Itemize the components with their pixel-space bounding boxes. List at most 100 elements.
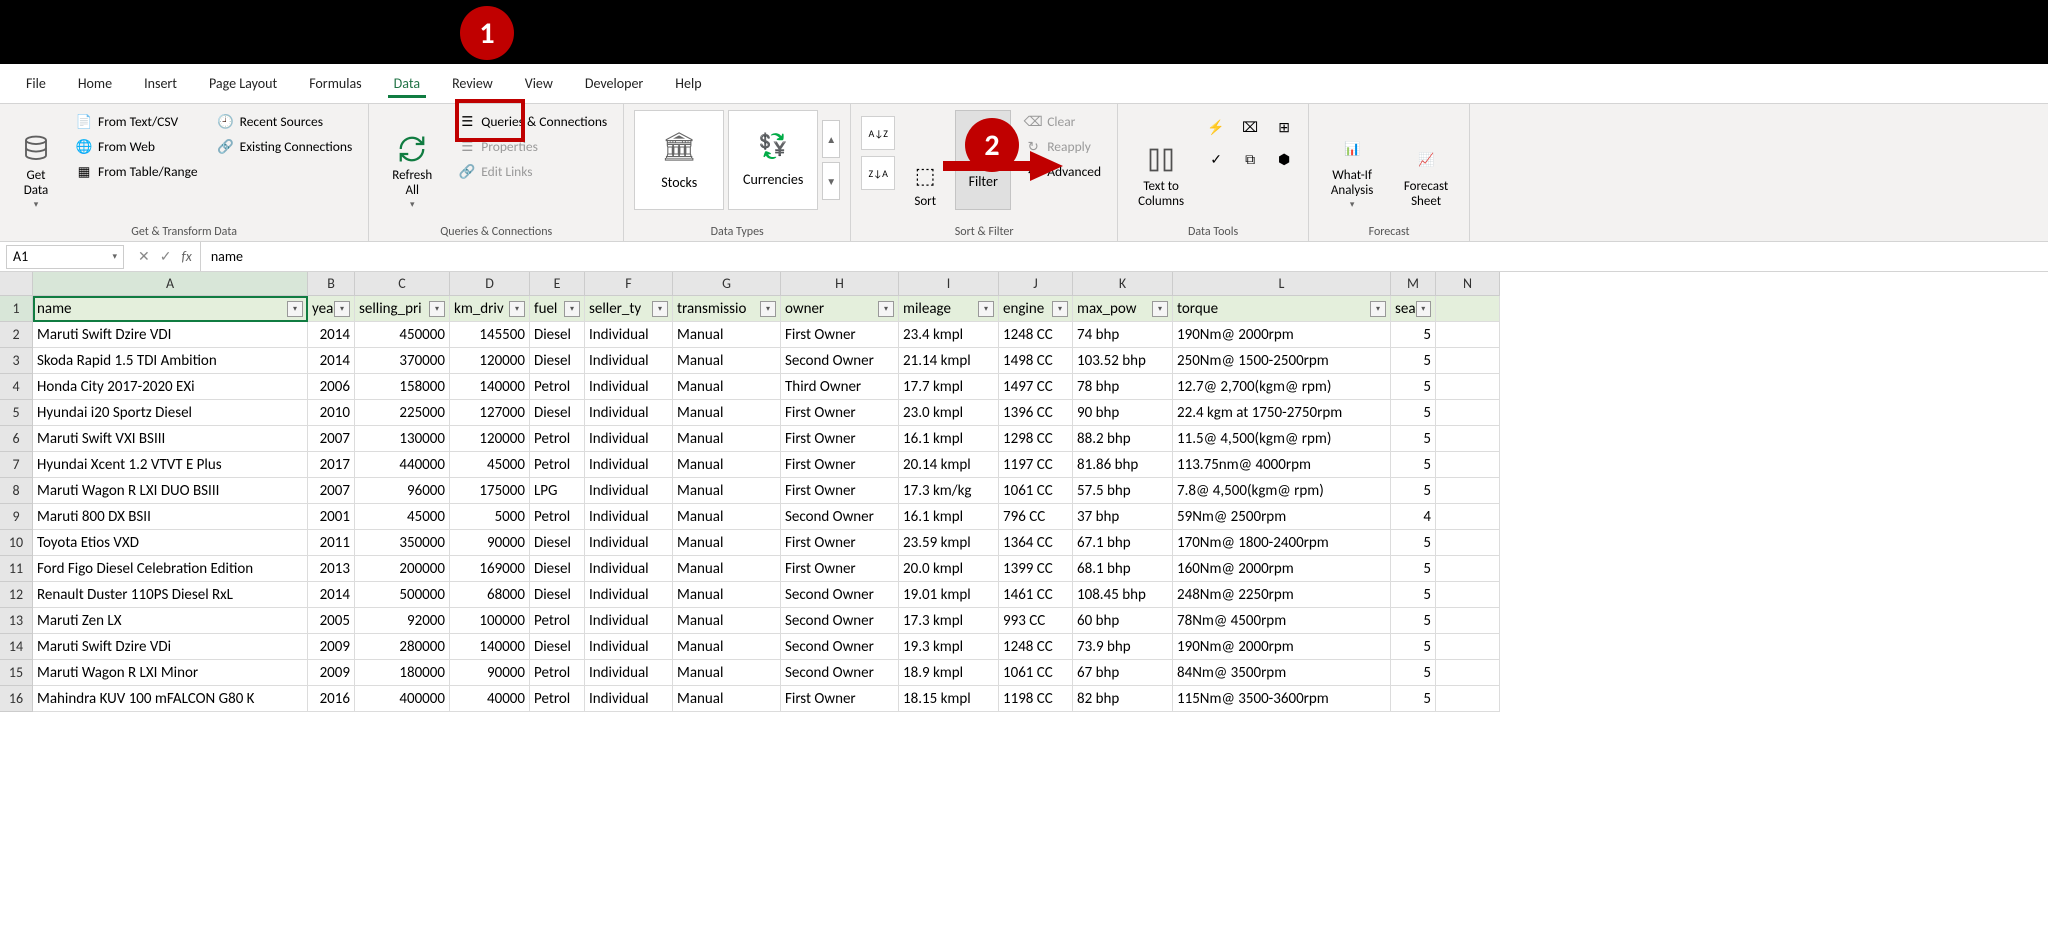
data-cell[interactable]: Manual (673, 452, 781, 478)
data-cell[interactable]: 2009 (308, 634, 355, 660)
sort-asc-button[interactable]: A↓Z (861, 116, 895, 150)
filter-dropdown[interactable]: ▾ (287, 301, 303, 317)
data-cell[interactable] (1436, 530, 1500, 556)
filter-dropdown[interactable]: ▾ (652, 301, 668, 317)
data-cell[interactable]: 74 bhp (1073, 322, 1173, 348)
column-header-G[interactable]: G (673, 272, 781, 296)
row-header-15[interactable]: 15 (0, 660, 33, 686)
data-cell[interactable]: 248Nm@ 2250rpm (1173, 582, 1391, 608)
filter-dropdown[interactable]: ▾ (334, 301, 350, 317)
data-cell[interactable]: Individual (585, 686, 673, 712)
data-cell[interactable]: Manual (673, 400, 781, 426)
data-cell[interactable]: Manual (673, 556, 781, 582)
data-cell[interactable]: Second Owner (781, 348, 899, 374)
data-cell[interactable]: 23.0 kmpl (899, 400, 999, 426)
header-cell[interactable]: seller_ty▾ (585, 296, 673, 322)
row-header-12[interactable]: 12 (0, 582, 33, 608)
data-cell[interactable]: Diesel (530, 582, 585, 608)
data-cell[interactable]: 169000 (450, 556, 530, 582)
data-cell[interactable]: 5 (1391, 582, 1436, 608)
tab-home[interactable]: Home (64, 67, 126, 100)
data-cell[interactable]: 2016 (308, 686, 355, 712)
data-cell[interactable]: 5 (1391, 400, 1436, 426)
data-cell[interactable]: 190Nm@ 2000rpm (1173, 322, 1391, 348)
data-cell[interactable]: Petrol (530, 686, 585, 712)
data-cell[interactable]: 5000 (450, 504, 530, 530)
data-cell[interactable]: First Owner (781, 530, 899, 556)
data-cell[interactable]: 90000 (450, 660, 530, 686)
data-cell[interactable] (1436, 400, 1500, 426)
header-cell[interactable]: selling_pri▾ (355, 296, 450, 322)
data-cell[interactable]: 17.3 kmpl (899, 608, 999, 634)
data-cell[interactable]: 82 bhp (1073, 686, 1173, 712)
data-cell[interactable]: 2010 (308, 400, 355, 426)
tab-file[interactable]: File (12, 67, 60, 100)
name-box[interactable]: A1 ▾ (6, 245, 124, 269)
header-cell[interactable]: fuel▾ (530, 296, 585, 322)
data-cell[interactable]: 2007 (308, 478, 355, 504)
data-cell[interactable]: 23.4 kmpl (899, 322, 999, 348)
data-cell[interactable]: First Owner (781, 556, 899, 582)
column-header-N[interactable]: N (1436, 272, 1500, 296)
data-cell[interactable]: 5 (1391, 426, 1436, 452)
data-cell[interactable]: 5 (1391, 608, 1436, 634)
data-cell[interactable]: Manual (673, 634, 781, 660)
data-cell[interactable]: 84Nm@ 3500rpm (1173, 660, 1391, 686)
data-cell[interactable] (1436, 634, 1500, 660)
data-cell[interactable]: 160Nm@ 2000rpm (1173, 556, 1391, 582)
data-cell[interactable]: 1497 CC (999, 374, 1073, 400)
data-cell[interactable]: Hyundai Xcent 1.2 VTVT E Plus (33, 452, 308, 478)
row-header-11[interactable]: 11 (0, 556, 33, 582)
data-cell[interactable]: 225000 (355, 400, 450, 426)
column-header-M[interactable]: M (1391, 272, 1436, 296)
header-cell[interactable]: yea▾ (308, 296, 355, 322)
data-cell[interactable] (1436, 504, 1500, 530)
filter-dropdown[interactable]: ▾ (564, 301, 580, 317)
data-cell[interactable]: 1061 CC (999, 660, 1073, 686)
header-cell[interactable]: owner▾ (781, 296, 899, 322)
data-cell[interactable]: Manual (673, 582, 781, 608)
data-cell[interactable]: First Owner (781, 452, 899, 478)
data-cell[interactable]: Individual (585, 400, 673, 426)
data-cell[interactable]: 796 CC (999, 504, 1073, 530)
forecast-sheet-button[interactable]: 📈 ForecastSheet (1393, 110, 1459, 210)
data-cell[interactable]: 500000 (355, 582, 450, 608)
data-cell[interactable]: 120000 (450, 426, 530, 452)
row-header-14[interactable]: 14 (0, 634, 33, 660)
from-table-range-button[interactable]: ▦From Table/Range (70, 160, 204, 183)
column-header-J[interactable]: J (999, 272, 1073, 296)
data-cell[interactable]: Honda City 2017-2020 EXi (33, 374, 308, 400)
data-cell[interactable]: Petrol (530, 452, 585, 478)
relationships-button[interactable]: ⧉ (1236, 146, 1264, 172)
column-header-A[interactable]: A (33, 272, 308, 296)
data-cell[interactable]: Hyundai i20 Sportz Diesel (33, 400, 308, 426)
data-cell[interactable]: Second Owner (781, 634, 899, 660)
column-header-E[interactable]: E (530, 272, 585, 296)
cancel-formula-button[interactable]: ✕ (138, 248, 150, 265)
data-cell[interactable]: 350000 (355, 530, 450, 556)
data-cell[interactable]: 16.1 kmpl (899, 426, 999, 452)
data-cell[interactable]: 18.15 kmpl (899, 686, 999, 712)
data-cell[interactable]: 59Nm@ 2500rpm (1173, 504, 1391, 530)
data-cell[interactable]: 2011 (308, 530, 355, 556)
data-cell[interactable]: Maruti Wagon R LXI Minor (33, 660, 308, 686)
header-cell[interactable]: name▾ (33, 296, 308, 322)
data-cell[interactable]: Maruti Swift Dzire VDI (33, 322, 308, 348)
data-cell[interactable]: First Owner (781, 322, 899, 348)
tab-review[interactable]: Review (438, 67, 507, 100)
data-cell[interactable]: Skoda Rapid 1.5 TDI Ambition (33, 348, 308, 374)
from-web-button[interactable]: 🌐From Web (70, 135, 204, 158)
data-cell[interactable]: Individual (585, 322, 673, 348)
data-cell[interactable]: Petrol (530, 504, 585, 530)
data-cell[interactable]: 5 (1391, 530, 1436, 556)
data-cell[interactable] (1436, 452, 1500, 478)
data-cell[interactable]: 1396 CC (999, 400, 1073, 426)
data-cell[interactable]: 90000 (450, 530, 530, 556)
filter-dropdown[interactable]: ▾ (978, 301, 994, 317)
data-cell[interactable]: Second Owner (781, 660, 899, 686)
data-cell[interactable]: 20.0 kmpl (899, 556, 999, 582)
data-cell[interactable]: Petrol (530, 660, 585, 686)
tab-page-layout[interactable]: Page Layout (195, 67, 291, 100)
data-cell[interactable]: 100000 (450, 608, 530, 634)
data-cell[interactable]: 5 (1391, 452, 1436, 478)
